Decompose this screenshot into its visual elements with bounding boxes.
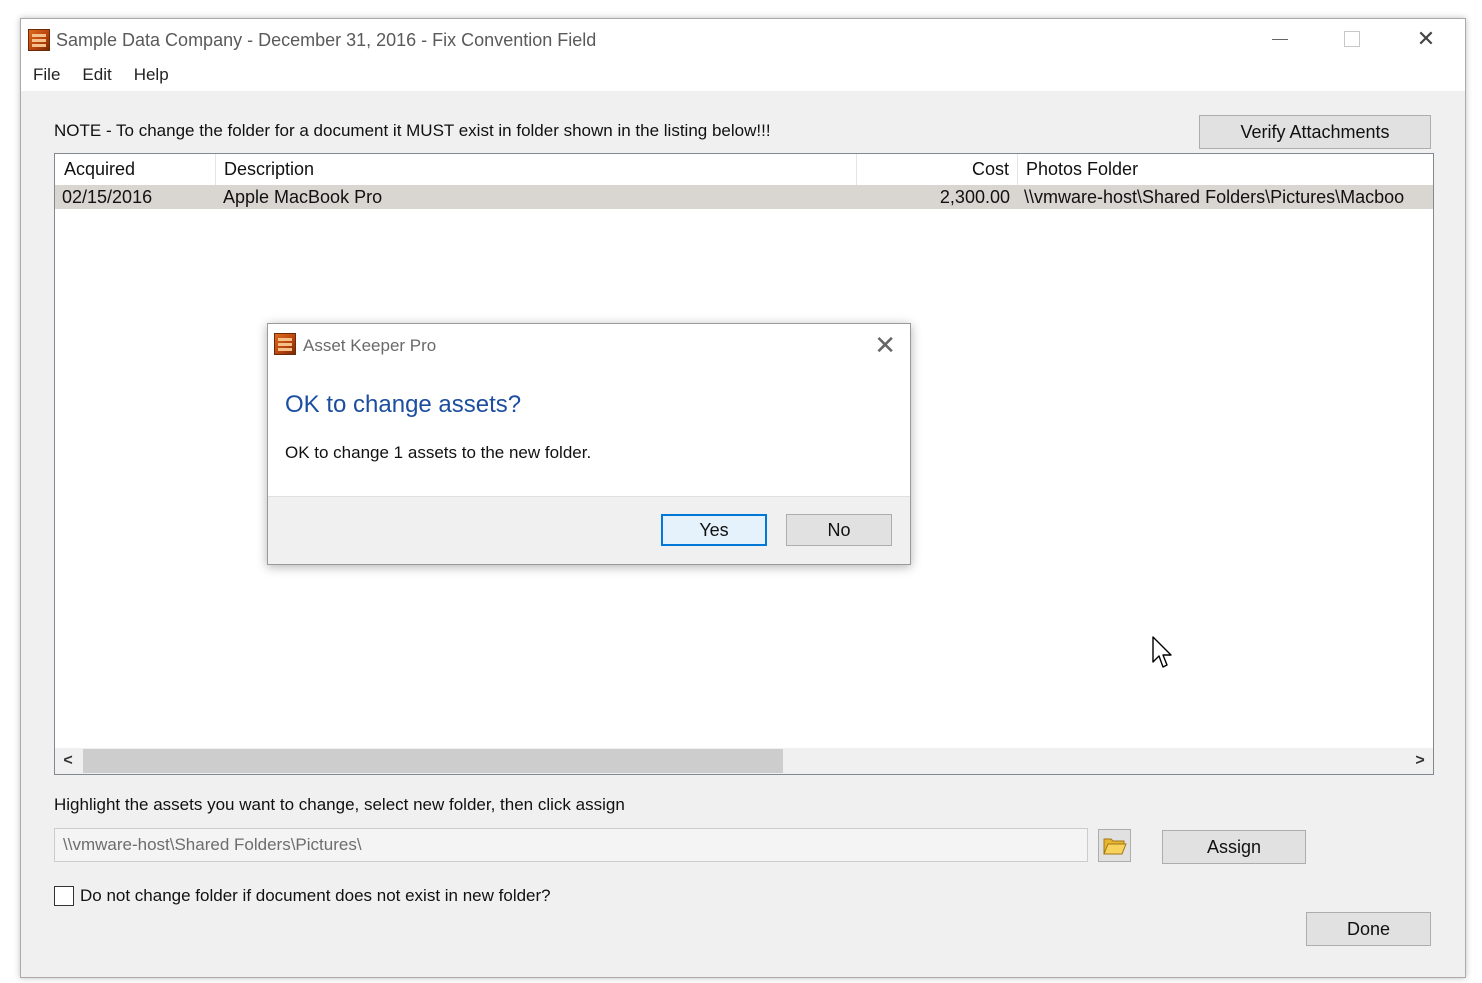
title-bar[interactable]: Sample Data Company - December 31, 2016 … (21, 19, 1465, 59)
menu-file[interactable]: File (33, 65, 60, 85)
dialog-footer: Yes No (268, 496, 910, 564)
window-title: Sample Data Company - December 31, 2016 … (56, 30, 597, 50)
close-icon: ✕ (1416, 26, 1436, 51)
menu-help[interactable]: Help (134, 65, 169, 85)
dialog-title: Asset Keeper Pro (303, 336, 437, 355)
browse-folder-button[interactable] (1098, 829, 1131, 862)
done-button[interactable]: Done (1306, 912, 1431, 946)
yes-button[interactable]: Yes (661, 514, 767, 546)
dialog-title-bar[interactable]: Asset Keeper Pro ✕ (268, 324, 910, 364)
cell-cost: 2,300.00 (939, 186, 1010, 207)
close-button[interactable]: ✕ (1403, 23, 1449, 55)
cell-photos-folder: \\vmware-host\Shared Folders\Pictures\Ma… (1024, 186, 1405, 207)
minimize-button[interactable] (1257, 23, 1303, 55)
maximize-button[interactable] (1329, 23, 1375, 55)
dialog-close-icon[interactable]: ✕ (874, 330, 896, 361)
keep-folder-checkbox[interactable] (54, 886, 74, 906)
scroll-right-icon[interactable]: > (1407, 748, 1433, 774)
cell-description: Apple MacBook Pro (223, 186, 383, 207)
scroll-left-icon[interactable]: < (55, 748, 81, 774)
folder-open-icon (1102, 838, 1127, 854)
dialog-app-icon (274, 333, 296, 355)
verify-attachments-button[interactable]: Verify Attachments (1199, 115, 1431, 149)
keep-folder-option[interactable]: Do not change folder if document does no… (54, 886, 551, 906)
no-button[interactable]: No (786, 514, 892, 546)
dialog-message: OK to change 1 assets to the new folder. (285, 443, 592, 462)
confirm-dialog: Asset Keeper Pro ✕ OK to change assets? … (267, 323, 911, 565)
keep-folder-label[interactable]: Do not change folder if document does no… (80, 886, 551, 906)
menu-bar: File Edit Help (21, 59, 1465, 91)
assign-hint: Highlight the assets you want to change,… (54, 795, 625, 814)
column-cost[interactable]: Cost (857, 154, 1018, 185)
scroll-thumb[interactable] (83, 749, 783, 773)
horizontal-scrollbar[interactable]: < > (55, 748, 1433, 774)
column-description[interactable]: Description (216, 154, 857, 185)
minimize-icon (1272, 38, 1288, 40)
table-row[interactable]: 02/15/2016 Apple MacBook Pro 2,300.00 \\… (55, 185, 1433, 209)
dialog-heading: OK to change assets? (285, 391, 522, 418)
folder-note: NOTE - To change the folder for a docume… (54, 121, 771, 140)
column-acquired[interactable]: Acquired (55, 154, 216, 185)
column-photos-folder[interactable]: Photos Folder (1018, 154, 1433, 185)
new-folder-input[interactable] (54, 828, 1088, 862)
assign-button[interactable]: Assign (1162, 830, 1306, 864)
mouse-cursor-icon (1152, 636, 1172, 668)
app-logo-icon (28, 29, 50, 51)
list-header: Acquired Description Cost Photos Folder (55, 154, 1433, 185)
cell-acquired: 02/15/2016 (62, 186, 153, 207)
maximize-icon (1344, 31, 1360, 47)
menu-edit[interactable]: Edit (82, 65, 111, 85)
